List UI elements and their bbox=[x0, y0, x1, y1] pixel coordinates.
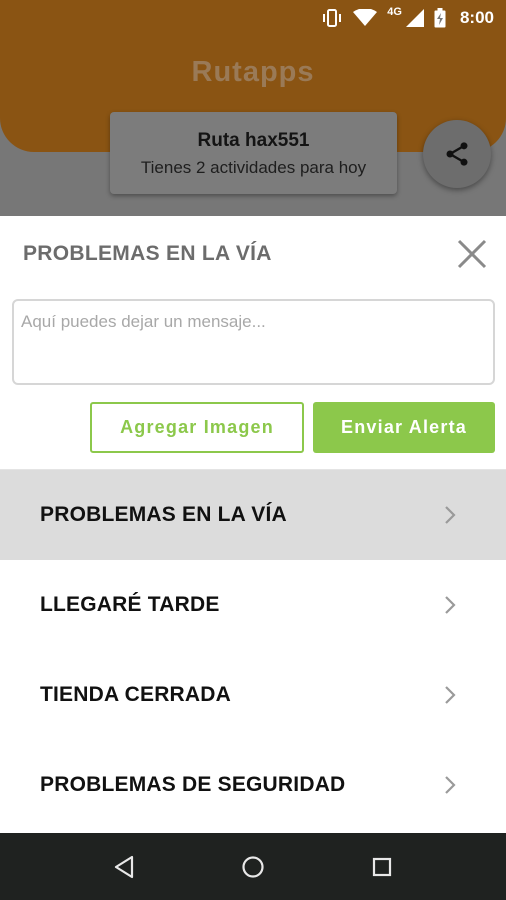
issue-label: TIENDA CERRADA bbox=[40, 683, 232, 706]
recents-button[interactable] bbox=[362, 847, 402, 887]
alert-sheet: PROBLEMAS EN LA VÍA Agregar Imagen Envia… bbox=[0, 216, 506, 833]
battery-icon bbox=[434, 8, 446, 28]
app-logo: Rutapps bbox=[191, 56, 315, 88]
recents-icon bbox=[372, 857, 391, 876]
close-icon bbox=[457, 239, 487, 269]
issue-list: PROBLEMAS EN LA VÍA LLEGARÉ TARDE TIENDA… bbox=[0, 470, 506, 830]
sheet-title: PROBLEMAS EN LA VÍA bbox=[23, 242, 272, 265]
home-button[interactable] bbox=[233, 847, 273, 887]
route-card: Ruta hax551 Tienes 2 actividades para ho… bbox=[110, 112, 397, 194]
route-subtitle: Tienes 2 actividades para hoy bbox=[140, 158, 367, 177]
issue-item-security[interactable]: PROBLEMAS DE SEGURIDAD bbox=[0, 740, 506, 830]
share-button[interactable] bbox=[423, 120, 491, 188]
add-image-button[interactable]: Agregar Imagen bbox=[90, 402, 304, 453]
close-button[interactable] bbox=[454, 236, 490, 272]
chevron-right-icon bbox=[444, 505, 456, 525]
network-type: 4G bbox=[387, 6, 402, 18]
status-bar: 4G 8:00 bbox=[0, 0, 506, 36]
signal-icon bbox=[405, 9, 424, 27]
chevron-right-icon bbox=[444, 685, 456, 705]
clock: 8:00 bbox=[459, 8, 494, 27]
back-button[interactable] bbox=[104, 847, 144, 887]
route-title: Ruta hax551 bbox=[197, 130, 310, 151]
message-input[interactable] bbox=[12, 299, 495, 385]
issue-item-store-closed[interactable]: TIENDA CERRADA bbox=[0, 650, 506, 740]
send-alert-button[interactable]: Enviar Alerta bbox=[313, 402, 495, 453]
navigation-bar bbox=[0, 833, 506, 900]
share-icon bbox=[446, 142, 468, 166]
home-icon bbox=[242, 855, 264, 878]
issue-label: PROBLEMAS DE SEGURIDAD bbox=[40, 773, 346, 796]
vibrate-icon bbox=[321, 8, 343, 28]
issue-label: PROBLEMAS EN LA VÍA bbox=[40, 503, 287, 526]
issue-label: LLEGARÉ TARDE bbox=[40, 593, 220, 616]
background-app: Rutapps Ruta hax551 Tienes 2 actividades… bbox=[0, 0, 506, 216]
issue-item-late[interactable]: LLEGARÉ TARDE bbox=[0, 560, 506, 650]
chevron-right-icon bbox=[444, 775, 456, 795]
issue-item-road-problems[interactable]: PROBLEMAS EN LA VÍA bbox=[0, 470, 506, 560]
wifi-icon bbox=[353, 9, 378, 27]
chevron-right-icon bbox=[444, 595, 456, 615]
back-icon bbox=[115, 855, 134, 878]
